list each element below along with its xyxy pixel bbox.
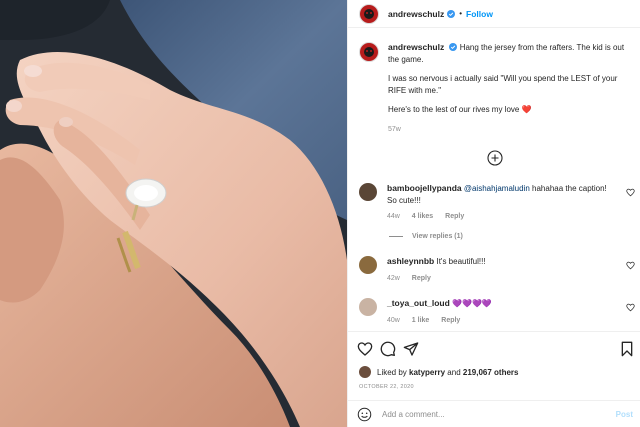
likes-count[interactable]: 219,067 others (463, 368, 519, 377)
author-username[interactable]: andrewschulz (388, 9, 444, 19)
caption-avatar[interactable] (359, 42, 379, 62)
caption-username[interactable]: andrewschulz (388, 42, 444, 52)
verified-badge-icon (447, 9, 456, 18)
comment-likes[interactable]: 1 like (412, 317, 430, 324)
hands-with-rings-image (0, 0, 347, 427)
caption-line-2: I was so nervous i actually said "Will y… (388, 74, 618, 95)
caption-block: andrewschulz Hang the jersey from the ra… (359, 42, 634, 135)
caption-line-3: Here's to the lest of our rives my love (388, 105, 520, 114)
separator-dot: • (459, 9, 463, 18)
comment-meta: 40w 1 like Reply (387, 315, 617, 327)
reply-button[interactable]: Reply (441, 317, 460, 324)
post-sidebar: andrewschulz • Follow andrewschulz Hang … (347, 0, 640, 427)
comment-time[interactable]: 44w (387, 213, 400, 220)
face-logo-icon (364, 8, 374, 19)
likes-and: and (447, 367, 461, 377)
heart-outline-icon[interactable] (626, 303, 635, 312)
comment-likes[interactable]: 4 likes (412, 213, 433, 220)
likes-summary: Liked by katyperry and 219,067 others (359, 366, 518, 378)
post-date[interactable]: OCTOBER 22, 2020 (359, 384, 414, 390)
comment-item: ashleynnbb It's beautiful!!! 42w Reply (359, 256, 639, 284)
comment-meta: 44w 4 likes Reply (387, 211, 617, 223)
liker-avatar[interactable] (359, 366, 371, 378)
heart-outline-icon[interactable] (626, 188, 635, 197)
verified-badge-icon (449, 43, 458, 51)
comment-time[interactable]: 42w (387, 275, 400, 282)
load-more-comments-icon[interactable] (487, 150, 503, 166)
replies-divider (389, 236, 403, 237)
comment-item: bamboojellypanda @aishahjamaludin hahaha… (359, 183, 639, 223)
commenter-username[interactable]: ashleynnbb (387, 256, 434, 266)
view-replies-button[interactable]: View replies (1) (389, 233, 463, 240)
share-paper-plane-icon[interactable] (403, 341, 419, 357)
action-bar (357, 341, 635, 357)
reply-button[interactable]: Reply (412, 275, 431, 282)
like-heart-icon[interactable] (357, 341, 373, 357)
comment-input[interactable] (382, 409, 602, 419)
commenter-username[interactable]: _toya_out_loud (387, 298, 450, 308)
heart-emoji: ❤️ (521, 105, 532, 114)
caption-text: andrewschulz Hang the jersey from the ra… (388, 42, 634, 135)
author-avatar[interactable] (359, 3, 379, 24)
commenter-avatar[interactable] (359, 183, 377, 201)
caption-timestamp[interactable]: 57w (388, 124, 634, 136)
follow-button[interactable]: Follow (466, 9, 493, 19)
commenter-username[interactable]: bamboojellypanda (387, 183, 462, 193)
heart-outline-icon[interactable] (626, 261, 635, 270)
comment-text: It's beautiful!!! (436, 257, 486, 266)
reply-button[interactable]: Reply (445, 213, 464, 220)
commenter-avatar[interactable] (359, 256, 377, 274)
comment-time[interactable]: 40w (387, 317, 400, 324)
post-header: andrewschulz • Follow (348, 0, 640, 28)
view-replies-label: View replies (1) (412, 233, 463, 240)
face-logo-icon (364, 47, 374, 57)
save-bookmark-icon[interactable] (619, 341, 635, 357)
comment-meta: 42w Reply (387, 273, 617, 285)
post-comment-button[interactable]: Post (616, 410, 633, 419)
likes-prefix: Liked by (377, 367, 407, 377)
comment-body: _toya_out_loud 💜💜💜💜 40w 1 like Reply (387, 298, 617, 326)
comment-body: bamboojellypanda @aishahjamaludin hahaha… (387, 183, 617, 223)
comment-text: 💜💜💜💜 (452, 299, 492, 308)
liker-username[interactable]: katyperry (409, 368, 445, 377)
commenter-avatar[interactable] (359, 298, 377, 316)
emoji-icon[interactable] (357, 407, 372, 422)
comment-item: _toya_out_loud 💜💜💜💜 40w 1 like Reply (359, 298, 639, 326)
comment-bubble-icon[interactable] (380, 341, 396, 357)
post-photo[interactable] (0, 0, 347, 427)
comment-body: ashleynnbb It's beautiful!!! 42w Reply (387, 256, 617, 284)
add-comment-bar: Post (348, 400, 640, 427)
comment-mention[interactable]: @aishahjamaludin (464, 184, 530, 193)
